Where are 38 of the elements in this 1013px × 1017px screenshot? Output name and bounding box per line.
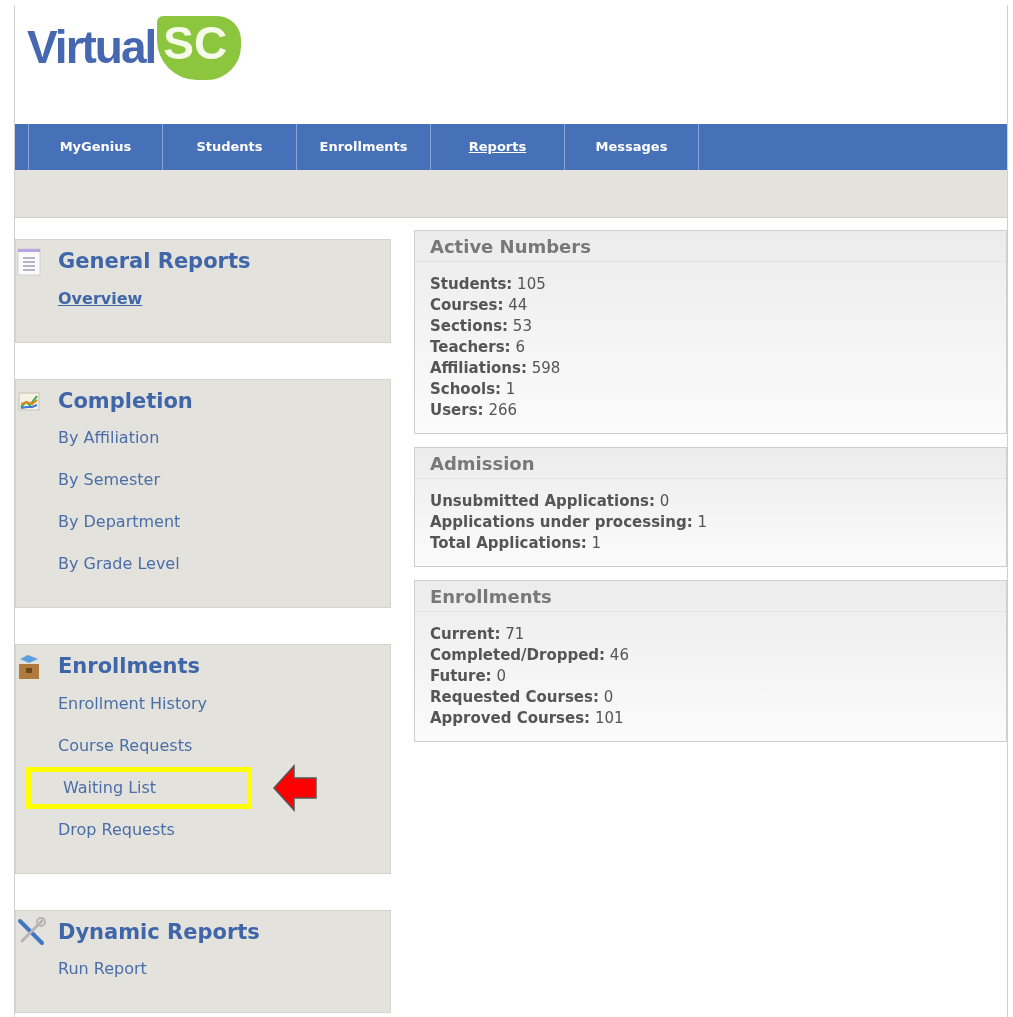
pointer-arrow-icon [272, 763, 318, 812]
box-icon [16, 652, 42, 681]
report-link[interactable]: Waiting List [63, 775, 157, 800]
report-link[interactable]: Drop Requests [58, 817, 175, 842]
report-link[interactable]: By Department [58, 510, 181, 534]
report-link[interactable]: By Affiliation [58, 426, 160, 450]
stat-line: Future: 0 [430, 666, 507, 687]
stat-line: Current: 71 [430, 624, 526, 645]
stat-line: Affiliations: 598 [430, 358, 562, 379]
panel-title: Active Numbers [430, 234, 591, 259]
stat-line: Applications under processing: 1 [430, 512, 708, 533]
stat-line: Sections: 53 [430, 316, 533, 337]
stat-line: Courses: 44 [430, 295, 529, 316]
report-link[interactable]: Run Report [58, 957, 147, 981]
stat-line: Unsubmitted Applications: 0 [430, 491, 671, 512]
report-link[interactable]: Overview [58, 286, 143, 311]
tools-icon [16, 917, 46, 948]
report-link[interactable]: Course Requests [58, 733, 193, 758]
stat-line: Approved Courses: 101 [430, 708, 625, 729]
stat-line: Total Applications: 1 [430, 533, 603, 554]
logo-text: Virtual [27, 20, 156, 75]
report-link[interactable]: Enrollment History [58, 691, 207, 716]
stat-line: Requested Courses: 0 [430, 687, 615, 708]
section-title: Enrollments [58, 653, 201, 680]
section-title: Completion [58, 387, 193, 415]
panel-title: Enrollments [430, 584, 552, 609]
report-link[interactable]: By Grade Level [58, 552, 180, 576]
panel-title: Admission [430, 451, 535, 476]
stat-line: Completed/Dropped: 46 [430, 645, 630, 666]
report-link[interactable]: By Semester [58, 468, 160, 492]
document-icon [16, 246, 42, 277]
section-title: Dynamic Reports [58, 918, 260, 946]
stat-line: Users: 266 [430, 400, 518, 421]
stat-line: Students: 105 [430, 274, 547, 295]
logo-accent: SC [157, 15, 242, 80]
stat-line: Schools: 1 [430, 379, 517, 400]
stat-line: Teachers: 6 [430, 337, 526, 358]
section-title: General Reports [58, 248, 251, 275]
